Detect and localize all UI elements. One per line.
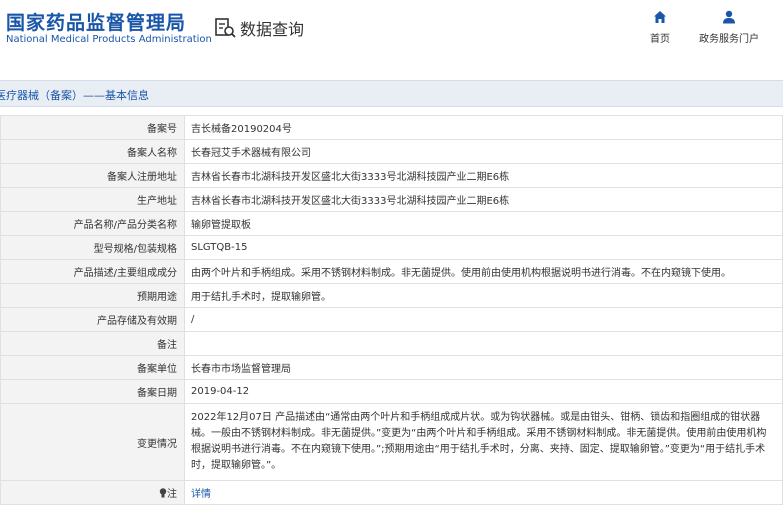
field-label: 备案单位	[0, 355, 185, 380]
field-label: 产品名称/产品分类名称	[0, 211, 185, 236]
table-row: 备注	[0, 331, 783, 356]
field-value: 用于结扎手术时，提取输卵管。	[184, 283, 783, 308]
field-label: 预期用途	[0, 283, 185, 308]
search-document-icon	[215, 18, 236, 38]
site-header: 国家药品监督管理局 National Medical Products Admi…	[0, 0, 783, 64]
home-icon	[654, 11, 666, 23]
table-row: 产品名称/产品分类名称 输卵管提取板	[0, 211, 783, 236]
field-label: 产品存储及有效期	[0, 307, 185, 332]
user-icon	[723, 10, 735, 24]
table-row: 变更情况 2022年12月07日 产品描述由“通常由两个叶片和手柄组成成片状。或…	[0, 403, 783, 481]
field-value: 输卵管提取板	[184, 211, 783, 236]
logo-title-cn[interactable]: 国家药品监督管理局	[6, 8, 186, 35]
field-label: 备案号	[0, 115, 185, 140]
field-value: 2019-04-12	[184, 379, 783, 404]
field-label: 型号规格/包装规格	[0, 235, 185, 260]
note-label-cell: 注	[0, 480, 185, 505]
section-title: 医疗器械（备案）——基本信息	[0, 89, 149, 102]
field-label: 注	[167, 489, 177, 500]
table-row: 型号规格/包装规格 SLGTQB-15	[0, 235, 783, 260]
field-label: 备案人注册地址	[0, 163, 185, 188]
nav-home-label: 首页	[650, 34, 670, 45]
field-value: 由两个叶片和手柄组成。采用不锈钢材料制成。非无菌提供。使用前由使用机构根据说明书…	[184, 259, 783, 284]
data-query-label: 数据查询	[240, 20, 305, 39]
nav-service-label: 政务服务门户	[699, 34, 759, 45]
field-value	[184, 331, 783, 356]
table-row: 备案人名称 长春冠艾手术器械有限公司	[0, 139, 783, 164]
table-row: 备案单位 长春市市场监督管理局	[0, 355, 783, 380]
table-row: 产品描述/主要组成成分 由两个叶片和手柄组成。采用不锈钢材料制成。非无菌提供。使…	[0, 259, 783, 284]
info-table: 备案号 吉长械备20190204号 备案人名称 长春冠艾手术器械有限公司 备案人…	[0, 115, 783, 505]
section-band: 医疗器械（备案）——基本信息	[0, 80, 783, 107]
table-row: 备案号 吉长械备20190204号	[0, 115, 783, 140]
field-label: 备案人名称	[0, 139, 185, 164]
field-label: 生产地址	[0, 187, 185, 212]
field-value: SLGTQB-15	[184, 235, 783, 260]
field-value: 吉林省长春市北湖科技开发区盛北大街3333号北湖科技园产业二期E6栋	[184, 163, 783, 188]
field-value-cell: 详情	[184, 480, 783, 505]
field-value: /	[184, 307, 783, 332]
bulb-icon	[159, 488, 167, 498]
field-value: 2022年12月07日 产品描述由“通常由两个叶片和手柄组成成片状。或为钩状器械…	[184, 403, 783, 481]
data-query-title[interactable]: 数据查询	[214, 16, 304, 40]
nav-service-portal[interactable]: 政务服务门户	[694, 10, 764, 45]
field-value: 长春冠艾手术器械有限公司	[184, 139, 783, 164]
table-row: 备案日期 2019-04-12	[0, 379, 783, 404]
field-value: 吉林省长春市北湖科技开发区盛北大街3333号北湖科技园产业二期E6栋	[184, 187, 783, 212]
field-label: 备注	[0, 331, 185, 356]
field-value: 长春市市场监督管理局	[184, 355, 783, 380]
field-label: 产品描述/主要组成成分	[0, 259, 185, 284]
table-row: 产品存储及有效期 /	[0, 307, 783, 332]
logo-title-en[interactable]: National Medical Products Administration	[6, 34, 212, 45]
field-label: 备案日期	[0, 379, 185, 404]
table-row: 备案人注册地址 吉林省长春市北湖科技开发区盛北大街3333号北湖科技园产业二期E…	[0, 163, 783, 188]
table-row: 预期用途 用于结扎手术时，提取输卵管。	[0, 283, 783, 308]
table-row: 生产地址 吉林省长春市北湖科技开发区盛北大街3333号北湖科技园产业二期E6栋	[0, 187, 783, 212]
field-label: 变更情况	[0, 403, 185, 481]
table-row: 注 详情	[0, 480, 783, 505]
details-link[interactable]: 详情	[191, 489, 211, 500]
nav-home[interactable]: 首页	[642, 10, 678, 45]
field-value: 吉长械备20190204号	[184, 115, 783, 140]
